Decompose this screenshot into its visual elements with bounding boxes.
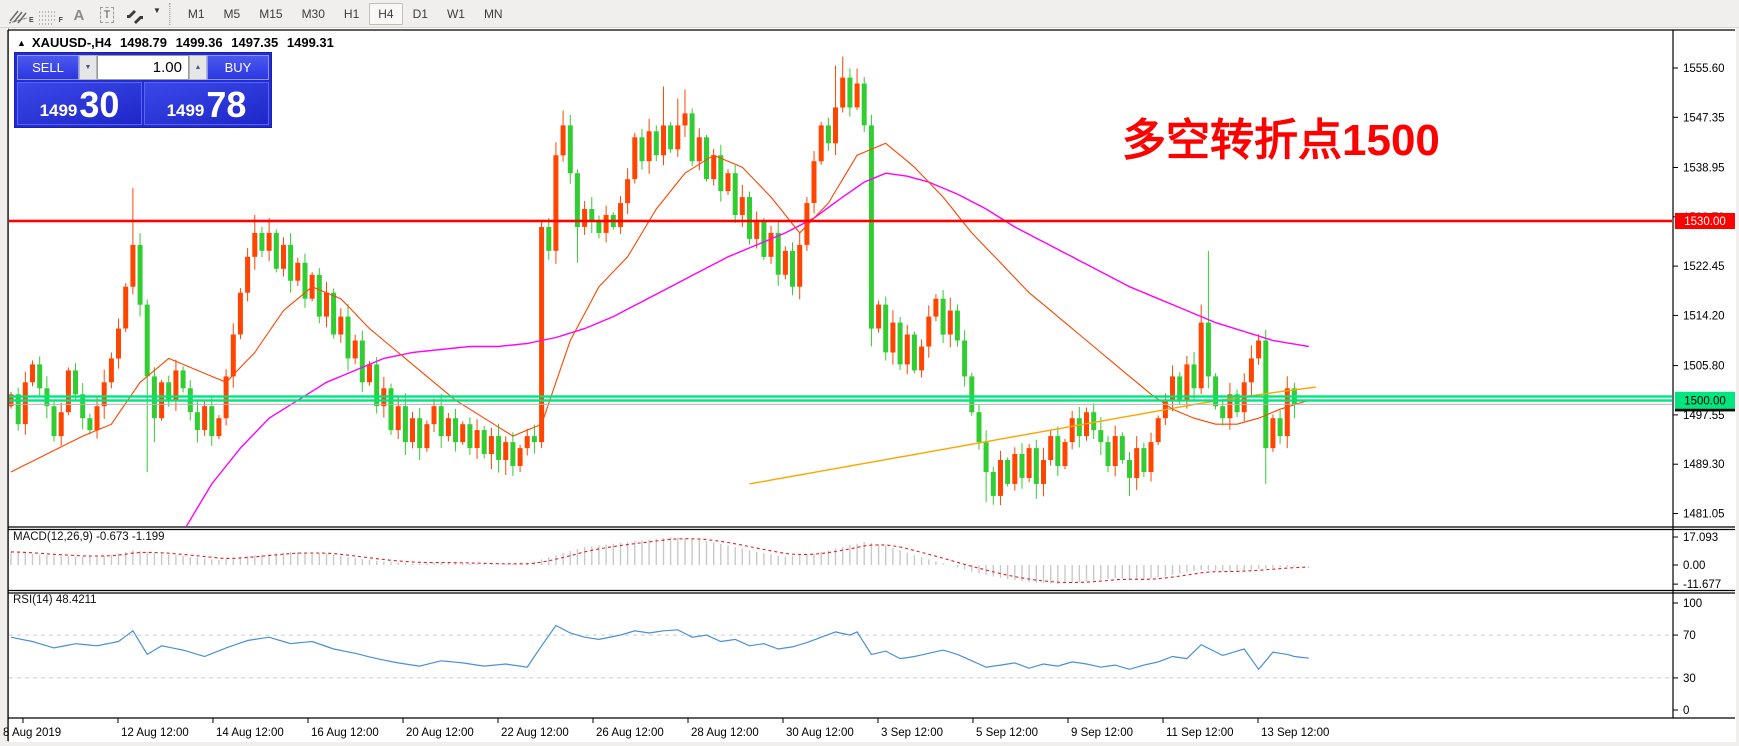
date-tick-label: 26 Aug 12:00 bbox=[596, 727, 664, 739]
rsi-name: RSI(14) bbox=[13, 594, 53, 606]
date-tick-label: 28 Aug 12:00 bbox=[691, 727, 759, 739]
date-tick-label: 9 Sep 12:00 bbox=[1071, 727, 1133, 739]
tool-sub-e: E bbox=[29, 17, 34, 25]
support-price-text: 1500.00 bbox=[1684, 395, 1726, 407]
price-tick-label: 1538.95 bbox=[1683, 163, 1725, 175]
buy-price-main: 1499 bbox=[167, 91, 205, 131]
move-arrows-icon bbox=[126, 9, 144, 25]
resistance-line[interactable] bbox=[8, 220, 1673, 223]
timeframe-mn[interactable]: MN bbox=[475, 3, 512, 25]
sell-price-display[interactable]: 1499 30 bbox=[17, 82, 142, 125]
rsi-layer bbox=[9, 626, 1672, 678]
price-tick-label: 1547.35 bbox=[1683, 112, 1725, 124]
rsi-value: 48.4211 bbox=[56, 594, 97, 606]
rsi-tick-label: 30 bbox=[1683, 673, 1696, 685]
quote-high: 1499.36 bbox=[176, 35, 223, 50]
date-tick-label: 5 Sep 12:00 bbox=[976, 727, 1038, 739]
dropdown-caret-icon[interactable]: ▼ bbox=[153, 6, 161, 15]
support-line[interactable] bbox=[8, 399, 1673, 401]
toolbar: E F A T ▼ M1 M5 M15 M30 H1 H4 D1 W1 MN bbox=[0, 0, 1739, 28]
sell-price-main: 1499 bbox=[40, 91, 78, 131]
rsi-tick-label: 100 bbox=[1683, 598, 1702, 610]
rsi-label: RSI(14) 48.4211 bbox=[13, 594, 97, 606]
mt4-window: { "toolbar": { "tools": [ {"name": "char… bbox=[0, 0, 1739, 746]
date-tick-label: 30 Aug 12:00 bbox=[786, 727, 854, 739]
chart-edit-tool-icon[interactable]: E bbox=[8, 3, 34, 25]
collapse-arrow-icon[interactable]: ▲ bbox=[17, 38, 26, 48]
rsi-tick-label: 70 bbox=[1683, 630, 1696, 642]
tool-sub-f: F bbox=[59, 17, 63, 25]
volume-decrease-button[interactable]: ▼ bbox=[79, 55, 97, 80]
timeframe-d1[interactable]: D1 bbox=[404, 3, 437, 25]
macd-layer bbox=[11, 537, 1309, 584]
letter-a-glyph: A bbox=[74, 7, 85, 25]
timeframe-h1[interactable]: H1 bbox=[335, 3, 368, 25]
quote-open: 1498.79 bbox=[120, 35, 167, 50]
move-tool-icon[interactable] bbox=[123, 3, 147, 25]
macd-signal-line bbox=[11, 539, 1309, 583]
timeframe-m5[interactable]: M5 bbox=[215, 3, 250, 25]
symbol-label: XAUUSD-,H4 bbox=[32, 35, 111, 50]
date-tick-label: 13 Sep 12:00 bbox=[1261, 727, 1329, 739]
date-tick-label: 14 Aug 12:00 bbox=[216, 727, 284, 739]
hatch-icon bbox=[8, 9, 28, 25]
resistance-price-text: 1530.00 bbox=[1684, 216, 1726, 228]
chart-title: ▲ XAUUSD-,H4 1498.79 1499.36 1497.35 1499… bbox=[17, 35, 339, 50]
price-tick-label: 1522.45 bbox=[1683, 261, 1725, 273]
macd-tick-label: -11.677 bbox=[1683, 579, 1721, 591]
price-tick-label: 1481.05 bbox=[1683, 509, 1725, 521]
price-tick-label: 1555.60 bbox=[1683, 63, 1725, 75]
text-box-tool-icon[interactable]: T bbox=[95, 3, 119, 25]
one-click-trading-panel: SELL ▼ 1.00 ▲ BUY 1499 30 1499 78 bbox=[14, 52, 272, 128]
timeframe-m30[interactable]: M30 bbox=[293, 3, 334, 25]
date-tick-label: 20 Aug 12:00 bbox=[406, 727, 474, 739]
price-tick-label: 1489.30 bbox=[1683, 459, 1725, 471]
price-tick-label: 1505.80 bbox=[1683, 361, 1725, 373]
sell-price-pips: 30 bbox=[79, 84, 119, 126]
sell-button[interactable]: SELL bbox=[17, 55, 79, 80]
macd-tick-label: 0.00 bbox=[1683, 560, 1705, 572]
timeframe-w1[interactable]: W1 bbox=[438, 3, 474, 25]
macd-label: MACD(12,26,9) -0.673 -1.199 bbox=[13, 531, 165, 543]
buy-price-display[interactable]: 1499 78 bbox=[144, 82, 269, 125]
quote-low: 1497.35 bbox=[231, 35, 278, 50]
quote-close: 1499.31 bbox=[287, 35, 334, 50]
date-tick-label: 12 Aug 12:00 bbox=[121, 727, 189, 739]
buy-price-pips: 78 bbox=[206, 84, 246, 126]
timeframe-m15[interactable]: M15 bbox=[250, 3, 291, 25]
date-tick-label: 3 Sep 12:00 bbox=[881, 727, 943, 739]
price-tick-label: 1497.55 bbox=[1683, 410, 1725, 422]
date-tick-label: 22 Aug 12:00 bbox=[501, 727, 569, 739]
macd-values: -0.673 -1.199 bbox=[96, 531, 164, 543]
ma-slow-line bbox=[154, 173, 1308, 573]
timeframe-h4[interactable]: H4 bbox=[369, 3, 402, 25]
buy-button[interactable]: BUY bbox=[207, 55, 269, 80]
volume-increase-button[interactable]: ▲ bbox=[189, 55, 207, 80]
timeframe-m1[interactable]: M1 bbox=[179, 3, 214, 25]
date-tick-label: 8 Aug 2019 bbox=[3, 727, 61, 739]
price-tick-label: 1514.20 bbox=[1683, 310, 1725, 322]
text-tool-icon[interactable]: A bbox=[67, 3, 91, 25]
dotted-grid-icon bbox=[38, 9, 58, 25]
rsi-line bbox=[11, 626, 1309, 670]
chinese-annotation: 多空转折点1500 bbox=[1122, 104, 1440, 168]
date-tick-label: 11 Sep 12:00 bbox=[1166, 727, 1234, 739]
grid-tool-icon[interactable]: F bbox=[38, 3, 63, 25]
date-tick-label: 16 Aug 12:00 bbox=[311, 727, 379, 739]
macd-tick-label: 17.093 bbox=[1683, 532, 1718, 544]
boxed-t-glyph: T bbox=[100, 7, 115, 23]
macd-name: MACD(12,26,9) bbox=[13, 531, 93, 543]
rsi-tick-label: 0 bbox=[1683, 705, 1689, 717]
toolbar-separator bbox=[169, 3, 171, 25]
volume-input[interactable]: 1.00 bbox=[97, 55, 189, 80]
